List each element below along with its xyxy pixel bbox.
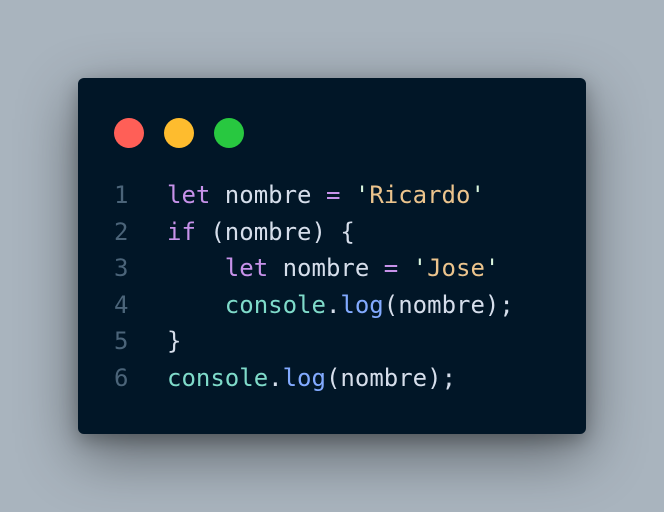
window-controls: [114, 118, 244, 148]
code-token: =: [383, 254, 399, 283]
code-token: Ricardo: [369, 181, 471, 209]
line-content: let nombre = 'Jose': [167, 250, 500, 287]
code-token: .: [268, 363, 283, 392]
line-content: let nombre = 'Ricardo': [167, 177, 485, 214]
code-token: nombre: [268, 254, 384, 283]
code-line: 6 console.log(nombre);: [114, 360, 514, 397]
code-line: 1 let nombre = 'Ricardo': [114, 177, 514, 214]
code-token: nombre: [210, 181, 326, 209]
code-token: ': [412, 254, 428, 283]
code-token: =: [325, 181, 341, 209]
code-token: log: [282, 363, 326, 392]
code-token: (nombre) {: [195, 217, 355, 246]
code-token: ': [470, 181, 485, 209]
line-content: console.log(nombre);: [167, 360, 456, 397]
close-dot-icon[interactable]: [114, 118, 144, 148]
code-token: .: [325, 290, 341, 319]
maximize-dot-icon[interactable]: [214, 118, 244, 148]
line-number: 6: [114, 363, 129, 392]
line-content: }: [167, 323, 181, 360]
code-token: let: [224, 254, 269, 283]
code-line: 3 let nombre = 'Jose': [114, 250, 514, 287]
code-token: log: [340, 290, 384, 319]
line-number: 3: [114, 254, 129, 283]
code-token: ': [484, 254, 500, 283]
line-content: console.log(nombre);: [167, 287, 514, 324]
code-line: 5}: [114, 323, 514, 360]
code-token: (nombre);: [325, 363, 457, 392]
code-window: 1 let nombre = 'Ricardo' 2 if (nombre) {3 l…: [78, 78, 586, 434]
line-number: 2: [114, 217, 129, 246]
code-token: Jose: [427, 254, 485, 283]
code-token: let: [167, 181, 211, 209]
line-content: if (nombre) {: [167, 214, 355, 251]
line-number: 1: [114, 181, 129, 209]
code-line: 2 if (nombre) {: [114, 214, 514, 251]
code-block: 1 let nombre = 'Ricardo' 2 if (nombre) {3 l…: [114, 177, 514, 397]
code-line: 4 console.log(nombre);: [114, 287, 514, 324]
minimize-dot-icon[interactable]: [164, 118, 194, 148]
code-token: (nombre);: [383, 290, 514, 319]
code-token: if: [167, 217, 196, 246]
code-token: console: [224, 290, 326, 319]
line-number: 5: [114, 327, 129, 356]
code-token: ': [354, 181, 370, 209]
line-number: 4: [114, 290, 129, 319]
code-token: console: [167, 363, 269, 392]
code-token: }: [167, 327, 182, 356]
